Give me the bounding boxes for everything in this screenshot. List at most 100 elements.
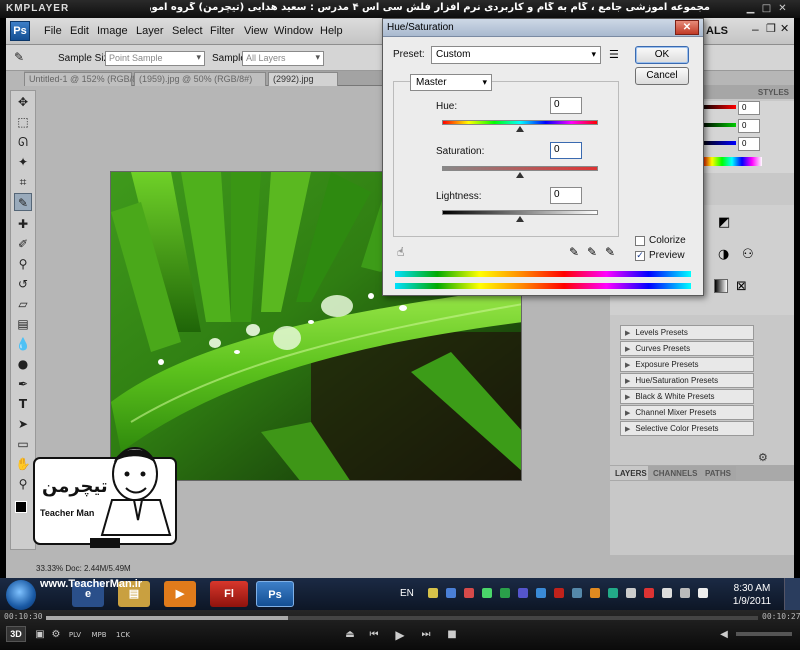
color-ramp[interactable] [702,157,762,166]
eyedropper-plus-icon[interactable]: ✎ [587,245,597,259]
tab-channels[interactable]: CHANNELS [648,466,703,480]
tray-monitor-icon[interactable] [518,588,528,598]
tray-antivirus-icon[interactable] [554,588,564,598]
menu-layer[interactable]: Layer [136,25,164,37]
close-icon[interactable]: ✕ [776,3,789,15]
stop-icon[interactable]: ■ [444,628,460,642]
photo-filter-icon[interactable]: ⚇ [742,247,754,262]
photoshop-app-button[interactable]: Ps [256,581,294,607]
exposure-icon[interactable]: ◩ [718,215,730,230]
red-value-field[interactable]: 0 [738,101,760,115]
lightness-slider[interactable] [442,210,598,215]
tab-paths[interactable]: PATHS [700,466,736,480]
menu-filter[interactable]: Filter [210,25,234,37]
tab-1959[interactable]: (1959).jpg @ 50% (RGB/8#) [134,72,266,86]
workspace-switcher[interactable]: ALS [706,25,728,37]
brush-tool-icon[interactable]: ✐ [14,235,32,253]
channel-select[interactable]: Master ▾ [410,74,492,91]
eyedropper-minus-icon[interactable]: ✎ [605,245,615,259]
gradient-tool-icon[interactable]: ▤ [14,315,32,333]
adjustment-preset-item[interactable]: Curves Presets [620,341,754,356]
tray-volume-icon[interactable] [698,588,708,598]
menu-window[interactable]: Window [274,25,313,37]
green-slider[interactable] [702,123,736,127]
tray-flag-icon[interactable] [626,588,636,598]
lightness-field[interactable]: 0 [550,187,582,204]
hue-slider[interactable] [442,120,598,125]
tab-2992[interactable]: (2992).jpg [268,72,338,86]
tab-layers[interactable]: LAYERS [610,466,652,480]
3d-toggle[interactable]: 3D [6,626,26,642]
restore-icon[interactable]: ❐ [766,22,776,35]
tray-usb-icon[interactable] [536,588,546,598]
dodge-tool-icon[interactable]: ● [14,355,32,373]
adjustment-preset-item[interactable]: Exposure Presets [620,357,754,372]
volume-slider[interactable] [736,632,792,636]
adjustment-preset-item[interactable]: Channel Mixer Presets [620,405,754,420]
path-select-icon[interactable]: ➤ [14,415,32,433]
ok-button[interactable]: OK [635,46,689,64]
type-tool-icon[interactable]: T [14,395,32,413]
next-icon[interactable]: ⏭ [418,628,434,642]
sample-select[interactable]: All Layers [242,51,324,66]
show-desktop-button[interactable] [784,578,800,610]
minimize-icon[interactable]: – [752,22,759,36]
taskbar-clock[interactable]: 8:30 AM 1/9/2011 [726,582,778,608]
magic-wand-icon[interactable]: ✦ [14,153,32,171]
language-indicator[interactable]: EN [400,588,414,599]
gradient-map-icon[interactable] [714,279,728,293]
close-icon[interactable]: ✕ [780,22,789,35]
adjustment-preset-item[interactable]: Black & White Presets [620,389,754,404]
tray-sync-icon[interactable] [572,588,582,598]
marquee-tool-icon[interactable]: ⬚ [14,113,32,131]
clone-stamp-icon[interactable]: ⚲ [14,255,32,273]
red-slider[interactable] [702,105,736,109]
hue-slider-thumb[interactable] [516,126,524,132]
healing-brush-icon[interactable]: ✚ [14,215,32,233]
move-tool-icon[interactable]: ✥ [14,93,32,111]
start-button-icon[interactable] [6,580,36,610]
screen-icon[interactable]: ▣ [32,628,48,642]
adjustment-preset-item[interactable]: Hue/Saturation Presets [620,373,754,388]
tray-power-icon[interactable] [662,588,672,598]
hue-field[interactable]: 0 [550,97,582,114]
tray-arrow-icon[interactable] [464,588,474,598]
media-player-icon[interactable]: ▶ [164,581,196,607]
targeted-adjustment-icon[interactable]: ☝ [397,245,404,259]
tray-network-icon[interactable] [482,588,492,598]
eyedropper-icon[interactable]: ✎ [14,50,24,64]
cancel-button[interactable]: Cancel [635,67,689,85]
panel-options-icon[interactable]: ⚙ [758,451,768,464]
colorize-checkbox[interactable] [635,236,645,246]
mode-badge-2[interactable]: MPB [88,628,110,642]
tab-styles[interactable]: STYLES [702,85,794,99]
preset-select[interactable]: Custom ▾ [431,46,601,64]
eject-icon[interactable]: ⏏ [342,628,358,642]
menu-edit[interactable]: Edit [70,25,89,37]
preview-checkbox[interactable]: ✓ [635,251,645,261]
adjustment-preset-item[interactable]: Selective Color Presets [620,421,754,436]
black-white-icon[interactable]: ◑ [718,247,729,262]
volume-icon[interactable]: ◀ [716,628,732,642]
preset-options-icon[interactable]: ☰ [609,48,619,61]
tray-pen-icon[interactable] [428,588,438,598]
blue-value-field[interactable]: 0 [738,137,760,151]
tray-app-icon[interactable] [608,588,618,598]
tray-network-status-icon[interactable] [680,588,690,598]
blur-tool-icon[interactable]: 💧 [14,335,32,353]
blue-slider[interactable] [702,141,736,145]
previous-icon[interactable]: ⏮ [366,628,382,642]
saturation-slider[interactable] [442,166,598,171]
saturation-field[interactable]: 0 [550,142,582,159]
dialog-close-icon[interactable]: ✕ [675,20,699,35]
saturation-slider-thumb[interactable] [516,172,524,178]
mode-badge-3[interactable]: 1CK [112,628,134,642]
tab-untitled[interactable]: Untitled-1 @ 152% (RGB/8) [24,72,140,86]
tray-shield-icon[interactable] [446,588,456,598]
maximize-icon[interactable]: □ [760,3,773,15]
menu-view[interactable]: View [244,25,268,37]
menu-image[interactable]: Image [97,25,128,37]
eyedropper-icon[interactable]: ✎ [569,245,579,259]
selective-color-icon[interactable]: ⊠ [736,279,747,294]
tray-alert-icon[interactable] [644,588,654,598]
